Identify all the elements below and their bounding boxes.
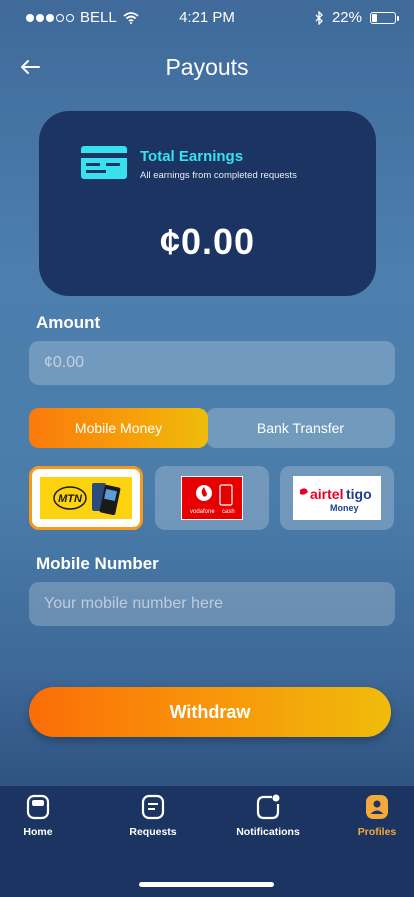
battery-icon bbox=[370, 11, 399, 24]
nav-home[interactable]: Home bbox=[0, 794, 88, 838]
provider-vodafone[interactable]: vodafone cash bbox=[155, 466, 269, 530]
svg-text:MTN: MTN bbox=[58, 493, 83, 505]
tab-bank-transfer[interactable]: Bank Transfer bbox=[206, 408, 395, 448]
earnings-subtitle: All earnings from completed requests bbox=[140, 170, 297, 181]
provider-airteltigo[interactable]: airtel tigo Money bbox=[280, 466, 394, 530]
bluetooth-icon bbox=[315, 10, 323, 25]
nav-notifications[interactable]: Notifications bbox=[218, 794, 318, 838]
bottom-nav: Home Requests Notifications Profiles bbox=[0, 786, 414, 897]
nav-profiles[interactable]: Profiles bbox=[327, 794, 414, 838]
svg-text:tigo: tigo bbox=[346, 486, 372, 502]
profile-icon bbox=[366, 795, 388, 819]
requests-icon bbox=[141, 794, 165, 820]
amount-placeholder: ¢0.00 bbox=[44, 354, 85, 371]
provider-mtn[interactable]: MTN bbox=[29, 466, 143, 530]
earnings-amount: ¢0.00 bbox=[159, 221, 256, 262]
vodafone-logo-image: vodafone cash bbox=[182, 477, 242, 519]
mtn-logo: MTN bbox=[36, 474, 136, 522]
mtn-logo-image: MTN bbox=[40, 477, 132, 519]
nav-requests-label: Requests bbox=[129, 826, 177, 838]
nav-requests[interactable]: Requests bbox=[103, 794, 203, 838]
home-indicator bbox=[139, 882, 274, 887]
amount-input[interactable]: ¢0.00 bbox=[29, 341, 395, 385]
airteltigo-logo: airtel tigo Money bbox=[293, 476, 381, 520]
nav-notifications-label: Notifications bbox=[236, 826, 300, 838]
svg-text:airtel: airtel bbox=[310, 486, 343, 502]
mobile-number-placeholder: Your mobile number here bbox=[44, 595, 224, 612]
status-bar: BELL 4:21 PM 22% bbox=[0, 0, 414, 36]
withdraw-button[interactable]: Withdraw bbox=[29, 687, 391, 737]
notifications-icon bbox=[256, 794, 280, 820]
mobile-number-input[interactable]: Your mobile number here bbox=[29, 582, 395, 626]
amount-label: Amount bbox=[36, 313, 101, 332]
battery-percent: 22% bbox=[331, 9, 362, 26]
svg-text:cash: cash bbox=[222, 509, 235, 515]
home-icon bbox=[26, 794, 50, 820]
airteltigo-logo-image: airtel tigo Money bbox=[300, 486, 372, 513]
earnings-card: Total Earnings All earnings from complet… bbox=[39, 111, 376, 296]
page-title: Payouts bbox=[165, 54, 249, 80]
nav-profiles-label: Profiles bbox=[357, 826, 397, 838]
svg-text:vodafone: vodafone bbox=[190, 509, 215, 515]
nav-home-label: Home bbox=[23, 826, 53, 838]
status-right: 22% bbox=[315, 9, 399, 26]
svg-text:Money: Money bbox=[330, 503, 359, 513]
battery-level bbox=[372, 13, 377, 22]
earnings-title: Total Earnings bbox=[140, 148, 244, 165]
vodafone-logo: vodafone cash bbox=[181, 476, 243, 520]
mobile-number-label: Mobile Number bbox=[36, 554, 159, 573]
credit-card-icon bbox=[81, 146, 127, 179]
tab-mobile-money[interactable]: Mobile Money bbox=[29, 408, 208, 448]
